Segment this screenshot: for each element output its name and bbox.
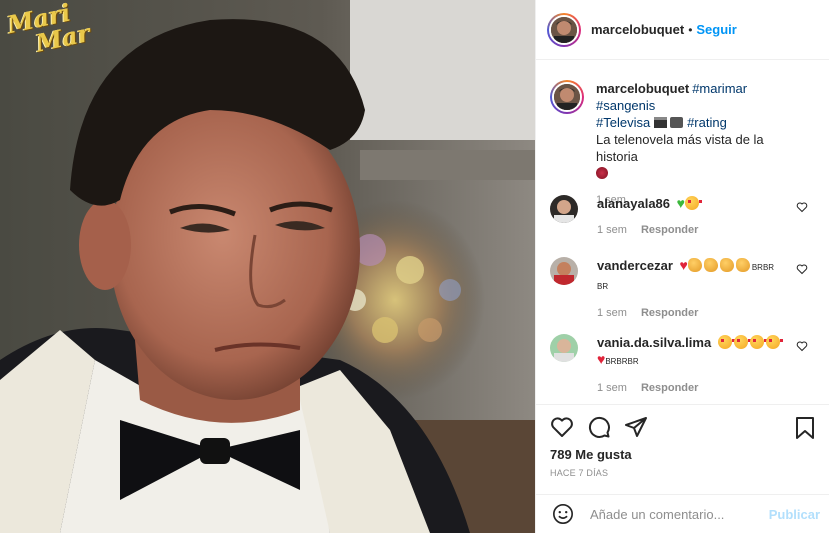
red-heart-emoji-icon: ♥ bbox=[679, 257, 688, 273]
follow-button[interactable]: Seguir bbox=[696, 22, 736, 37]
post-image[interactable]: Mari Mar bbox=[0, 0, 535, 533]
comment-input[interactable] bbox=[590, 506, 770, 522]
comment-time: 1 sem bbox=[597, 224, 627, 236]
hashtag-link[interactable]: #Televisa bbox=[596, 115, 650, 130]
flag-emoji-text: BR bbox=[597, 282, 609, 291]
comment-meta: 1 sem Responder bbox=[597, 222, 797, 239]
emoji-picker-icon[interactable] bbox=[552, 503, 574, 525]
post-actions: 789 Me gusta HACE 7 DÍAS bbox=[536, 404, 829, 494]
heart-eyes-emoji-icon bbox=[684, 196, 702, 210]
caption: marcelobuquet #marimar #sangenis #Televis… bbox=[536, 80, 829, 209]
clapping-hands-emoji-icon bbox=[719, 258, 734, 272]
commenter-avatar[interactable] bbox=[550, 195, 578, 223]
like-comment-heart-icon[interactable] bbox=[796, 340, 808, 352]
author-avatar[interactable] bbox=[547, 12, 581, 47]
hashtag-link[interactable]: #rating bbox=[687, 115, 727, 130]
camera-emoji-icon bbox=[670, 117, 684, 128]
publish-button[interactable]: Publicar bbox=[769, 507, 820, 522]
comment-icon[interactable] bbox=[587, 415, 611, 439]
clapping-hands-emoji-icon bbox=[735, 258, 750, 272]
separator-dot: • bbox=[688, 22, 693, 37]
like-comment-heart-icon[interactable] bbox=[796, 263, 808, 275]
post-side-panel: marcelobuquet • Seguir marcelobuquet #mar… bbox=[535, 0, 829, 533]
flag-emoji-text: BRBR bbox=[751, 263, 775, 272]
share-icon[interactable] bbox=[624, 415, 648, 439]
post-date[interactable]: HACE 7 DÍAS bbox=[550, 468, 608, 478]
post-header: marcelobuquet • Seguir bbox=[536, 0, 829, 60]
heart-eyes-emoji-icon bbox=[765, 335, 783, 349]
caption-avatar[interactable] bbox=[550, 80, 584, 114]
hashtag-link[interactable]: #marimar bbox=[692, 81, 747, 96]
comment-item: alanayala86 ♥ 1 sem Responder bbox=[536, 195, 829, 239]
add-comment-bar: Publicar bbox=[536, 494, 829, 533]
comment-time: 1 sem bbox=[597, 307, 627, 319]
comment-item: vania.da.silva.lima ♥BRBRBR 1 sem Respond… bbox=[536, 334, 829, 397]
clapping-hands-emoji-icon bbox=[703, 258, 718, 272]
green-heart-emoji-icon: ♥ bbox=[676, 195, 685, 211]
hashtag-link[interactable]: #sangenis bbox=[596, 98, 655, 113]
like-comment-heart-icon[interactable] bbox=[796, 201, 808, 213]
caption-text: La telenovela más vista de la historia bbox=[596, 132, 764, 164]
rose-emoji-icon bbox=[596, 167, 608, 179]
reply-button[interactable]: Responder bbox=[641, 224, 698, 236]
caption-username[interactable]: marcelobuquet bbox=[596, 81, 689, 96]
heart-eyes-emoji-icon bbox=[717, 335, 735, 349]
clapperboard-emoji-icon bbox=[653, 117, 667, 128]
author-username[interactable]: marcelobuquet bbox=[591, 22, 684, 37]
comment-meta: 1 sem Responder bbox=[597, 380, 797, 397]
comment-meta: 1 sem Responder bbox=[597, 305, 797, 322]
commenter-avatar[interactable] bbox=[550, 334, 578, 362]
heart-eyes-emoji-icon bbox=[749, 335, 767, 349]
instagram-post: Mari Mar marcelobuquet • Seguir marcelob… bbox=[0, 0, 829, 533]
comment-item: vandercezar ♥ BRBR BR 1 sem Responder bbox=[536, 257, 829, 322]
clapping-hands-emoji-icon bbox=[687, 258, 702, 272]
likes-count[interactable]: 789 Me gusta bbox=[550, 447, 632, 462]
heart-icon[interactable] bbox=[550, 415, 574, 439]
comments-list[interactable]: marcelobuquet #marimar #sangenis #Televis… bbox=[536, 60, 829, 404]
post-photo bbox=[0, 0, 535, 533]
commenter-username[interactable]: vandercezar bbox=[597, 258, 673, 273]
flag-emoji-text: BRBRBR bbox=[605, 357, 639, 366]
bookmark-icon[interactable] bbox=[794, 416, 816, 440]
reply-button[interactable]: Responder bbox=[641, 382, 698, 394]
reply-button[interactable]: Responder bbox=[641, 307, 698, 319]
comment-time: 1 sem bbox=[597, 382, 627, 394]
heart-eyes-emoji-icon bbox=[733, 335, 751, 349]
commenter-username[interactable]: alanayala86 bbox=[597, 196, 670, 211]
commenter-username[interactable]: vania.da.silva.lima bbox=[597, 335, 711, 350]
commenter-avatar[interactable] bbox=[550, 257, 578, 285]
